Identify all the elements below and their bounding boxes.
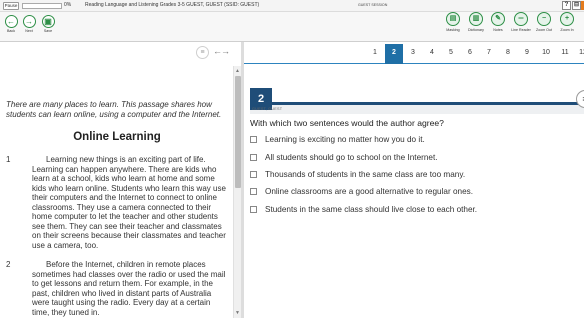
choice-text: Students in the same class should live c… bbox=[265, 204, 478, 214]
toolbar: ← Back → Next ▣ Save ▤ Masking ▥ Diction… bbox=[0, 12, 584, 42]
answer-choice[interactable]: Thousands of students in the same class … bbox=[250, 166, 580, 183]
notes-button[interactable]: ✎ Notes bbox=[487, 12, 509, 32]
zoom-out-icon: − bbox=[537, 12, 551, 26]
scroll-up-icon[interactable]: ▲ bbox=[235, 68, 240, 74]
question-header-bar bbox=[250, 102, 584, 105]
masking-label: Masking bbox=[446, 28, 460, 32]
zoom-in-button[interactable]: + Zoom In bbox=[556, 12, 578, 32]
paragraph-text: Learning new things is an exciting part … bbox=[32, 155, 226, 250]
question-stem: With which two sentences would the autho… bbox=[250, 118, 444, 128]
session-label: GUEST SESSION bbox=[358, 3, 388, 7]
mask-icon: ▤ bbox=[446, 12, 460, 26]
line-reader-label: Line Reader bbox=[511, 28, 531, 32]
zoom-in-icon: + bbox=[560, 12, 574, 26]
line-reader-icon: ═ bbox=[514, 12, 528, 26]
checkbox[interactable] bbox=[250, 188, 257, 196]
passage-header: ≡ ←→ bbox=[0, 42, 232, 64]
checkbox[interactable] bbox=[250, 153, 257, 161]
passage-title: Online Learning bbox=[73, 131, 161, 144]
save-button[interactable]: ▣ Save bbox=[38, 15, 58, 33]
pause-button[interactable]: Pause bbox=[3, 2, 19, 10]
line-reader-button[interactable]: ═ Line Reader bbox=[510, 12, 532, 32]
dictionary-button[interactable]: ▥ Dictionary bbox=[465, 12, 487, 32]
back-label: Back bbox=[7, 29, 15, 33]
checkbox[interactable] bbox=[250, 136, 257, 144]
scroll-down-icon[interactable]: ▼ bbox=[235, 310, 240, 316]
passage-menu-icon[interactable]: ≡ bbox=[196, 46, 209, 59]
question-menu-icon[interactable]: ≡ bbox=[576, 90, 584, 108]
answer-choice[interactable]: Students in the same class should live c… bbox=[250, 201, 580, 218]
help-button[interactable]: ? bbox=[562, 1, 571, 10]
question-number-button[interactable]: 5 bbox=[442, 44, 460, 62]
answer-choices: Learning is exciting no matter how you d… bbox=[250, 131, 580, 218]
progress-percent: 0% bbox=[64, 2, 72, 8]
test-title: Reading Language and Listening Grades 3-… bbox=[85, 2, 260, 8]
save-icon: ▣ bbox=[41, 15, 55, 28]
expand-collapse-icon[interactable]: ←→ bbox=[213, 46, 230, 56]
passage-content: There are many places to learn. This pas… bbox=[0, 64, 232, 318]
test-status-bar: Pause 0% Reading Language and Listening … bbox=[0, 0, 584, 12]
question-number-button[interactable]: 3 bbox=[404, 44, 422, 62]
question-number-button[interactable]: 6 bbox=[461, 44, 479, 62]
minimize-button[interactable]: ⊟ bbox=[572, 1, 581, 10]
notes-icon: ✎ bbox=[491, 12, 505, 26]
question-number-button-active[interactable]: 2 bbox=[385, 44, 403, 64]
arrow-right-icon: → bbox=[22, 15, 36, 28]
save-label: Save bbox=[43, 29, 53, 33]
passage-intro: There are many places to learn. This pas… bbox=[6, 100, 222, 119]
question-number-button[interactable]: 1 bbox=[366, 44, 384, 62]
passage-pane: ≡ ←→ There are many places to learn. Thi… bbox=[0, 42, 232, 318]
passage-paragraph: 1 Learning new things is an exciting par… bbox=[6, 155, 228, 250]
question-number-button[interactable]: 12 bbox=[574, 44, 584, 62]
checkbox[interactable] bbox=[250, 205, 257, 213]
question-pane: 1 2 3 4 5 6 7 8 9 10 11 12 2 GUEST, GUES… bbox=[244, 42, 584, 318]
choice-text: Online classrooms are a good alternative… bbox=[265, 187, 473, 197]
zoom-in-label: Zoom In bbox=[560, 28, 574, 32]
question-number-button[interactable]: 9 bbox=[518, 44, 536, 62]
question-navigation: 1 2 3 4 5 6 7 8 9 10 11 12 bbox=[244, 42, 584, 64]
dictionary-label: Dictionary bbox=[468, 28, 484, 32]
choice-text: Learning is exciting no matter how you d… bbox=[265, 135, 425, 145]
dictionary-icon: ▥ bbox=[469, 12, 483, 26]
question-number-button[interactable]: 8 bbox=[499, 44, 517, 62]
paragraph-number: 2 bbox=[6, 260, 11, 270]
zoom-out-label: Zoom Out bbox=[536, 28, 552, 32]
question-number-button[interactable]: 7 bbox=[480, 44, 498, 62]
passage-scrollbar[interactable]: ▲ ▼ bbox=[233, 66, 241, 318]
student-name-label: GUEST, GUEST bbox=[252, 107, 283, 111]
progress-bar bbox=[22, 3, 62, 9]
masking-button[interactable]: ▤ Masking bbox=[442, 12, 464, 32]
answer-choice[interactable]: Learning is exciting no matter how you d… bbox=[250, 131, 580, 148]
next-button[interactable]: → Next bbox=[19, 15, 39, 33]
answer-choice[interactable]: All students should go to school on the … bbox=[250, 148, 580, 165]
paragraph-text: Before the Internet, children in remote … bbox=[32, 260, 226, 317]
question-number-button[interactable]: 11 bbox=[556, 44, 574, 62]
question-header: 2 GUEST, GUEST ≡ bbox=[250, 88, 584, 114]
notes-label: Notes bbox=[493, 28, 503, 32]
question-number-button[interactable]: 4 bbox=[423, 44, 441, 62]
choice-text: Thousands of students in the same class … bbox=[265, 169, 466, 179]
checkbox[interactable] bbox=[250, 170, 257, 178]
arrow-left-icon: ← bbox=[4, 15, 18, 28]
choice-text: All students should go to school on the … bbox=[265, 152, 438, 162]
passage-paragraph: 2 Before the Internet, children in remot… bbox=[6, 260, 228, 317]
question-number-button[interactable]: 10 bbox=[537, 44, 555, 62]
paragraph-number: 1 bbox=[6, 155, 11, 165]
zoom-out-button[interactable]: − Zoom Out bbox=[533, 12, 555, 32]
answer-choice[interactable]: Online classrooms are a good alternative… bbox=[250, 183, 580, 200]
back-button[interactable]: ← Back bbox=[1, 15, 21, 33]
next-label: Next bbox=[25, 29, 33, 33]
